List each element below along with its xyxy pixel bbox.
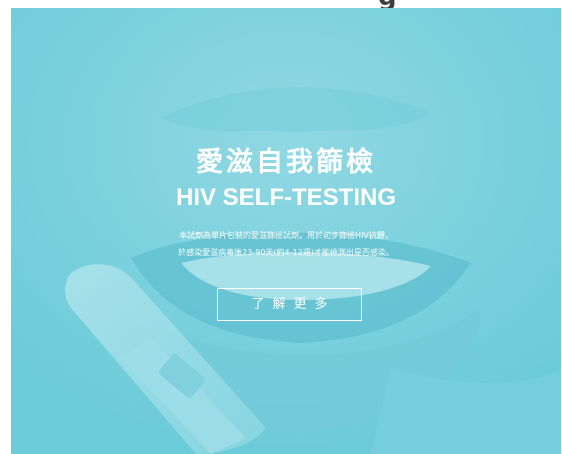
hero-title-chinese: 愛滋自我篩檢 (196, 147, 376, 178)
hero-title-english: HIV SELF-TESTING (175, 184, 396, 211)
section-heading-fragment: g (378, 0, 422, 8)
hero-description-line-2: 於感染愛滋病毒後23-90天(約4-12週)才能檢測出是否感染。 (178, 248, 394, 257)
page: g (0, 0, 562, 454)
section-heading-text: g (378, 0, 422, 8)
hero-content: 愛滋自我篩檢 HIV SELF-TESTING 本試劑為單片包裝的愛滋篩檢試劑，… (11, 8, 561, 454)
hero-description-line-1: 本試劑為單片包裝的愛滋篩檢試劑，用於初步篩檢HIV抗體， (179, 231, 393, 240)
learn-more-button[interactable]: 了解更多 (217, 288, 362, 321)
hero-banner: 愛滋自我篩檢 HIV SELF-TESTING 本試劑為單片包裝的愛滋篩檢試劑，… (11, 8, 561, 454)
